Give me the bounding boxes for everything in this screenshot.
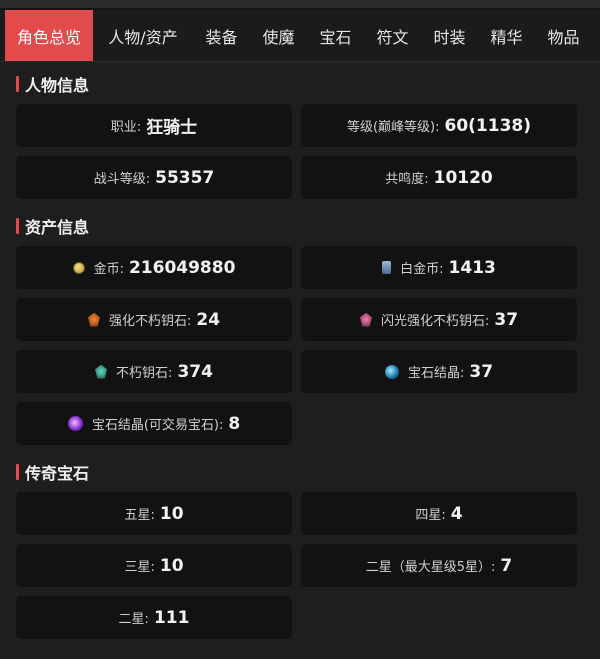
tab-familiar[interactable]: 使魔 <box>250 10 307 61</box>
gem-cell-four-star: 四星: 4 <box>301 492 577 535</box>
section-title-assets: 资产信息 <box>16 212 600 240</box>
info-label: 共鸣度: <box>385 172 429 187</box>
gem-crystal-icon <box>384 364 399 379</box>
tab-character-assets[interactable]: 人物/资产 <box>93 10 193 61</box>
asset-label: 宝石结晶(可交易宝石): <box>91 418 224 433</box>
info-value: 狂骑士 <box>146 118 198 138</box>
tab-overview[interactable]: 角色总览 <box>5 10 93 61</box>
asset-cell-immortal-key: 不朽钥石: 374 <box>16 350 292 393</box>
section-accent-bar <box>16 218 19 234</box>
character-info-grid: 职业: 狂骑士 等级(巅峰等级): 60(1138) 战斗等级: 55357 共… <box>16 104 600 199</box>
asset-value: 24 <box>196 309 221 330</box>
section-accent-bar <box>16 464 19 480</box>
platinum-coin-icon <box>382 261 392 274</box>
tab-bar: 角色总览 人物/资产 装备 使魔 宝石 符文 时装 精华 物品 <box>0 10 600 62</box>
gem-label: 五星: <box>124 508 155 523</box>
assets-grid: 金币: 216049880 白金币: 1413 强化不朽钥石: 24 闪光强化不… <box>16 246 600 445</box>
gem-cell-two-star: 二星: 111 <box>16 596 292 639</box>
info-cell-resonance: 共鸣度: 10120 <box>301 156 577 199</box>
info-cell-combat-rating: 战斗等级: 55357 <box>16 156 292 199</box>
section-accent-bar <box>16 76 19 92</box>
section-title-text: 人物信息 <box>25 76 90 95</box>
section-title-character: 人物信息 <box>16 70 600 98</box>
info-cell-class: 职业: 狂骑士 <box>16 104 292 147</box>
tab-equipment[interactable]: 装备 <box>193 10 250 61</box>
asset-value: 37 <box>469 361 494 382</box>
info-label: 战斗等级: <box>93 172 151 187</box>
info-label: 职业: <box>110 120 142 135</box>
asset-value: 374 <box>177 361 213 382</box>
legendary-gems-grid: 五星: 10 四星: 4 三星: 10 二星（最大星级5星）: 7 二星: 11… <box>16 492 600 639</box>
gem-value: 10 <box>159 503 184 524</box>
tab-gems[interactable]: 宝石 <box>307 10 364 61</box>
shining-enhanced-immortal-key-stone-icon <box>359 312 372 327</box>
immortal-key-stone-icon <box>95 364 108 379</box>
asset-cell-platinum: 白金币: 1413 <box>301 246 577 289</box>
info-value: 10120 <box>433 167 493 188</box>
asset-cell-shining-key: 闪光强化不朽钥石: 37 <box>301 298 577 341</box>
asset-cell-gem-crystal: 宝石结晶: 37 <box>301 350 577 393</box>
gem-cell-five-star: 五星: 10 <box>16 492 292 535</box>
tab-essence[interactable]: 精华 <box>478 10 535 61</box>
tradable-gem-crystal-icon <box>67 416 83 431</box>
gem-value: 7 <box>500 555 513 576</box>
tab-items[interactable]: 物品 <box>535 10 592 61</box>
top-strip <box>0 0 600 10</box>
gem-label: 四星: <box>415 508 446 523</box>
asset-value: 8 <box>228 413 241 434</box>
info-value: 55357 <box>155 167 215 188</box>
tab-fashion[interactable]: 时装 <box>421 10 478 61</box>
gem-value: 111 <box>153 607 190 628</box>
section-title-legendary: 传奇宝石 <box>16 458 600 486</box>
section-title-text: 传奇宝石 <box>25 464 90 483</box>
gem-value: 10 <box>159 555 184 576</box>
asset-label: 闪光强化不朽钥石: <box>380 314 490 329</box>
asset-value: 37 <box>494 309 519 330</box>
asset-value: 1413 <box>448 257 496 278</box>
asset-cell-enhanced-key: 强化不朽钥石: 24 <box>16 298 292 341</box>
info-value: 60(1138) <box>444 115 532 136</box>
gem-cell-two-star-max5: 二星（最大星级5星）: 7 <box>301 544 577 587</box>
asset-cell-tradable-crystal: 宝石结晶(可交易宝石): 8 <box>16 402 292 445</box>
asset-label: 金币: <box>93 262 124 277</box>
gem-cell-three-star: 三星: 10 <box>16 544 292 587</box>
info-label: 等级(巅峰等级): <box>346 120 440 135</box>
gem-label: 二星（最大星级5星）: <box>365 560 496 575</box>
gem-label: 二星: <box>118 612 149 627</box>
asset-value: 216049880 <box>128 257 236 278</box>
asset-label: 白金币: <box>400 262 444 277</box>
enhanced-immortal-key-stone-icon <box>87 312 100 327</box>
asset-cell-gold: 金币: 216049880 <box>16 246 292 289</box>
info-cell-level: 等级(巅峰等级): 60(1138) <box>301 104 577 147</box>
section-title-text: 资产信息 <box>25 218 90 237</box>
asset-label: 宝石结晶: <box>407 366 465 381</box>
gem-value: 4 <box>450 503 463 524</box>
asset-label: 强化不朽钥石: <box>108 314 192 329</box>
tab-runes[interactable]: 符文 <box>364 10 421 61</box>
gem-label: 三星: <box>124 560 155 575</box>
asset-label: 不朽钥石: <box>116 366 173 381</box>
gold-coin-icon <box>72 261 85 274</box>
